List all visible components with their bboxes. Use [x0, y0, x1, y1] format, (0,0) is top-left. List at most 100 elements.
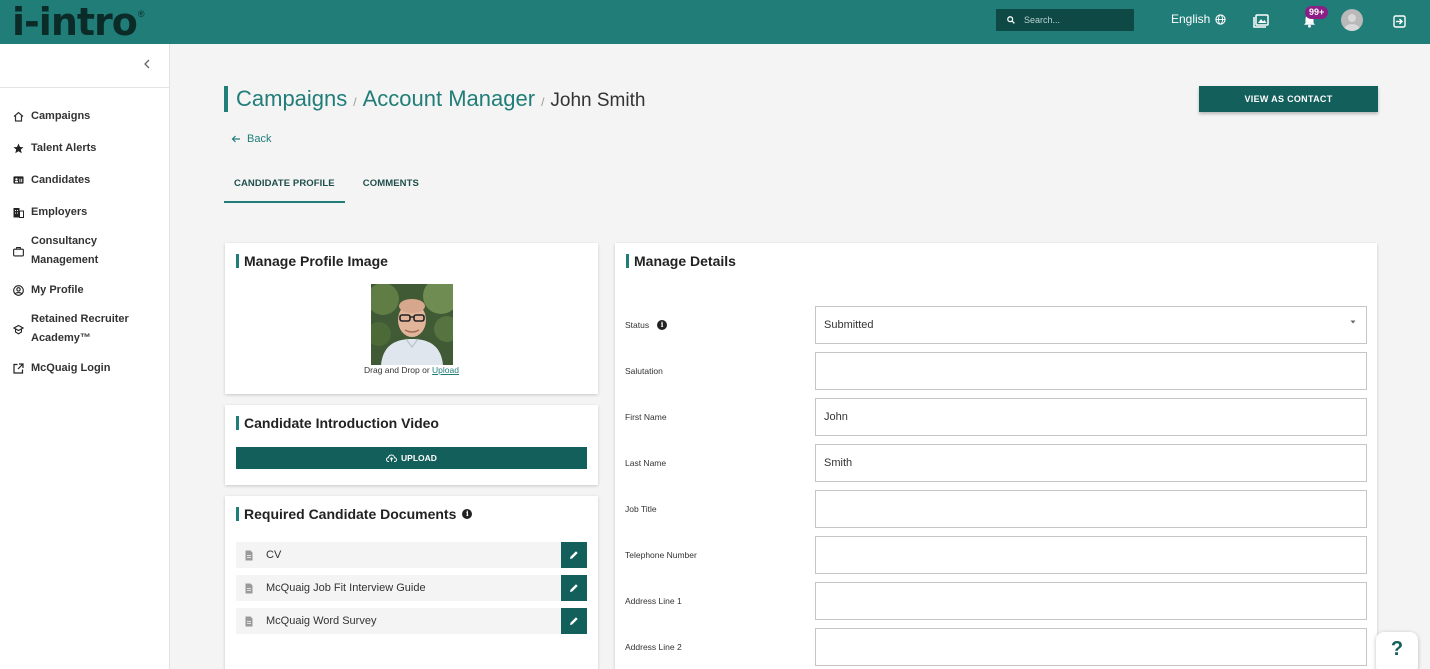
sidebar: Campaigns Talent Alerts Candidates Emplo…	[0, 44, 170, 669]
telephone-field[interactable]	[815, 536, 1367, 574]
sidebar-item-label: McQuaig Login	[31, 362, 111, 374]
upload-image-link[interactable]: Upload	[432, 365, 459, 375]
sidebar-item-label: Retained Recruiter Academy™	[31, 313, 129, 344]
salutation-row: Salutation	[625, 352, 1367, 390]
document-row: McQuaig Word Survey	[236, 608, 587, 634]
profile-tabs: CANDIDATE PROFILE COMMENTS	[224, 172, 429, 203]
arrow-left-icon	[231, 135, 240, 143]
notification-count-badge: 99+	[1305, 6, 1329, 19]
salutation-label: Salutation	[625, 366, 663, 376]
sidebar-item-consultancy-management[interactable]: Consultancy Management	[0, 228, 169, 274]
document-icon	[245, 583, 253, 593]
globe-icon	[1215, 13, 1226, 25]
pencil-icon	[570, 617, 578, 625]
back-link[interactable]: Back	[231, 133, 271, 145]
back-label: Back	[247, 133, 272, 145]
logout-icon[interactable]	[1390, 12, 1408, 30]
document-icon	[245, 550, 253, 560]
collapse-sidebar-chevron-icon[interactable]	[143, 57, 155, 73]
last-name-field[interactable]	[815, 444, 1367, 482]
edit-document-button[interactable]	[561, 542, 587, 568]
user-circle-icon	[13, 284, 24, 296]
app-logo[interactable]: i-intro ®	[12, 2, 145, 42]
breadcrumb: Campaigns / Account Manager / John Smith	[224, 86, 645, 112]
job-title-row: Job Title	[625, 490, 1367, 528]
logo-text: i-intro	[12, 0, 138, 44]
help-button[interactable]: ?	[1376, 632, 1418, 669]
address-line-1-label: Address Line 1	[625, 596, 682, 606]
language-selector[interactable]: English	[1171, 12, 1226, 26]
view-as-contact-button[interactable]: VIEW AS CONTACT	[1199, 86, 1378, 112]
star-icon	[13, 143, 24, 154]
documents-title: Required Candidate Documents	[244, 506, 457, 522]
sidebar-item-label: Consultancy Management	[31, 235, 99, 266]
address-line-1-field[interactable]	[815, 582, 1367, 620]
academy-icon	[13, 324, 24, 335]
info-icon[interactable]: i	[657, 320, 668, 330]
sidebar-item-label: Talent Alerts	[31, 142, 97, 154]
home-icon	[13, 111, 24, 122]
pencil-icon	[570, 584, 578, 592]
sidebar-item-mcquaig-login[interactable]: McQuaig Login	[0, 352, 169, 384]
upload-video-label: UPLOAD	[401, 453, 437, 463]
sidebar-item-label: Candidates	[31, 174, 91, 186]
dropdown-caret-icon	[1350, 320, 1356, 324]
edit-document-button[interactable]	[561, 575, 587, 601]
telephone-label: Telephone Number	[625, 550, 697, 560]
language-label: English	[1171, 12, 1211, 26]
sidebar-item-talent-alerts[interactable]: Talent Alerts	[0, 132, 169, 164]
sidebar-item-candidates[interactable]: Candidates	[0, 164, 169, 196]
upload-video-button[interactable]: UPLOAD	[236, 447, 587, 469]
search-icon	[1007, 16, 1015, 24]
sidebar-nav: Campaigns Talent Alerts Candidates Emplo…	[0, 100, 169, 384]
sidebar-item-label: Employers	[31, 206, 88, 218]
edit-document-button[interactable]	[561, 608, 587, 634]
address-line-2-field[interactable]	[815, 628, 1367, 666]
sidebar-header	[0, 44, 169, 88]
sidebar-item-campaigns[interactable]: Campaigns	[0, 100, 169, 132]
search-input[interactable]	[1024, 15, 1124, 25]
info-icon[interactable]: i	[462, 509, 473, 519]
external-link-icon	[13, 362, 24, 374]
first-name-row: First Name	[625, 398, 1367, 436]
id-card-icon	[13, 175, 24, 186]
breadcrumb-campaigns-link[interactable]: Campaigns	[236, 86, 347, 112]
registered-mark: ®	[137, 9, 145, 19]
tab-candidate-profile[interactable]: CANDIDATE PROFILE	[224, 172, 345, 203]
sidebar-item-my-profile[interactable]: My Profile	[0, 274, 169, 306]
sidebar-item-label: My Profile	[31, 284, 84, 296]
upload-instructions: Drag and Drop or Upload	[225, 365, 598, 375]
sidebar-item-label: Campaigns	[31, 110, 91, 122]
document-name: CV	[266, 549, 282, 561]
card-title: Required Candidate Documents i	[236, 506, 473, 522]
candidate-photo[interactable]	[371, 284, 453, 365]
first-name-field[interactable]	[815, 398, 1367, 436]
pencil-icon	[570, 551, 578, 559]
job-title-field[interactable]	[815, 490, 1367, 528]
briefcase-icon	[13, 246, 24, 257]
status-label-text: Status	[625, 320, 650, 330]
address-line-1-row: Address Line 1	[625, 582, 1367, 620]
drag-drop-text: Drag and Drop or	[364, 365, 430, 375]
sidebar-item-employers[interactable]: Employers	[0, 196, 169, 228]
breadcrumb-separator: /	[541, 95, 545, 109]
media-gallery-icon[interactable]	[1252, 12, 1270, 30]
breadcrumb-campaign-link[interactable]: Account Manager	[363, 86, 535, 112]
status-select[interactable]: Submitted	[815, 306, 1367, 344]
breadcrumb-separator: /	[353, 95, 357, 109]
telephone-row: Telephone Number	[625, 536, 1367, 574]
status-selected-value: Submitted	[824, 319, 874, 331]
sidebar-item-retained-recruiter-academy[interactable]: Retained Recruiter Academy™	[0, 306, 169, 352]
profile-image-card: Manage Profile Image Drag and Drop or Up…	[225, 243, 598, 394]
intro-video-title: Candidate Introduction Video	[244, 415, 439, 431]
card-title: Manage Profile Image	[236, 254, 388, 268]
address-line-2-row: Address Line 2	[625, 628, 1367, 666]
document-icon	[245, 616, 253, 626]
salutation-field[interactable]	[815, 352, 1367, 390]
address-line-2-label: Address Line 2	[625, 642, 682, 652]
status-row: Status i Submitted	[625, 306, 1367, 344]
job-title-label: Job Title	[625, 504, 657, 514]
intro-video-card: Candidate Introduction Video UPLOAD	[225, 405, 598, 485]
user-avatar[interactable]	[1341, 9, 1363, 31]
tab-comments[interactable]: COMMENTS	[353, 172, 429, 203]
